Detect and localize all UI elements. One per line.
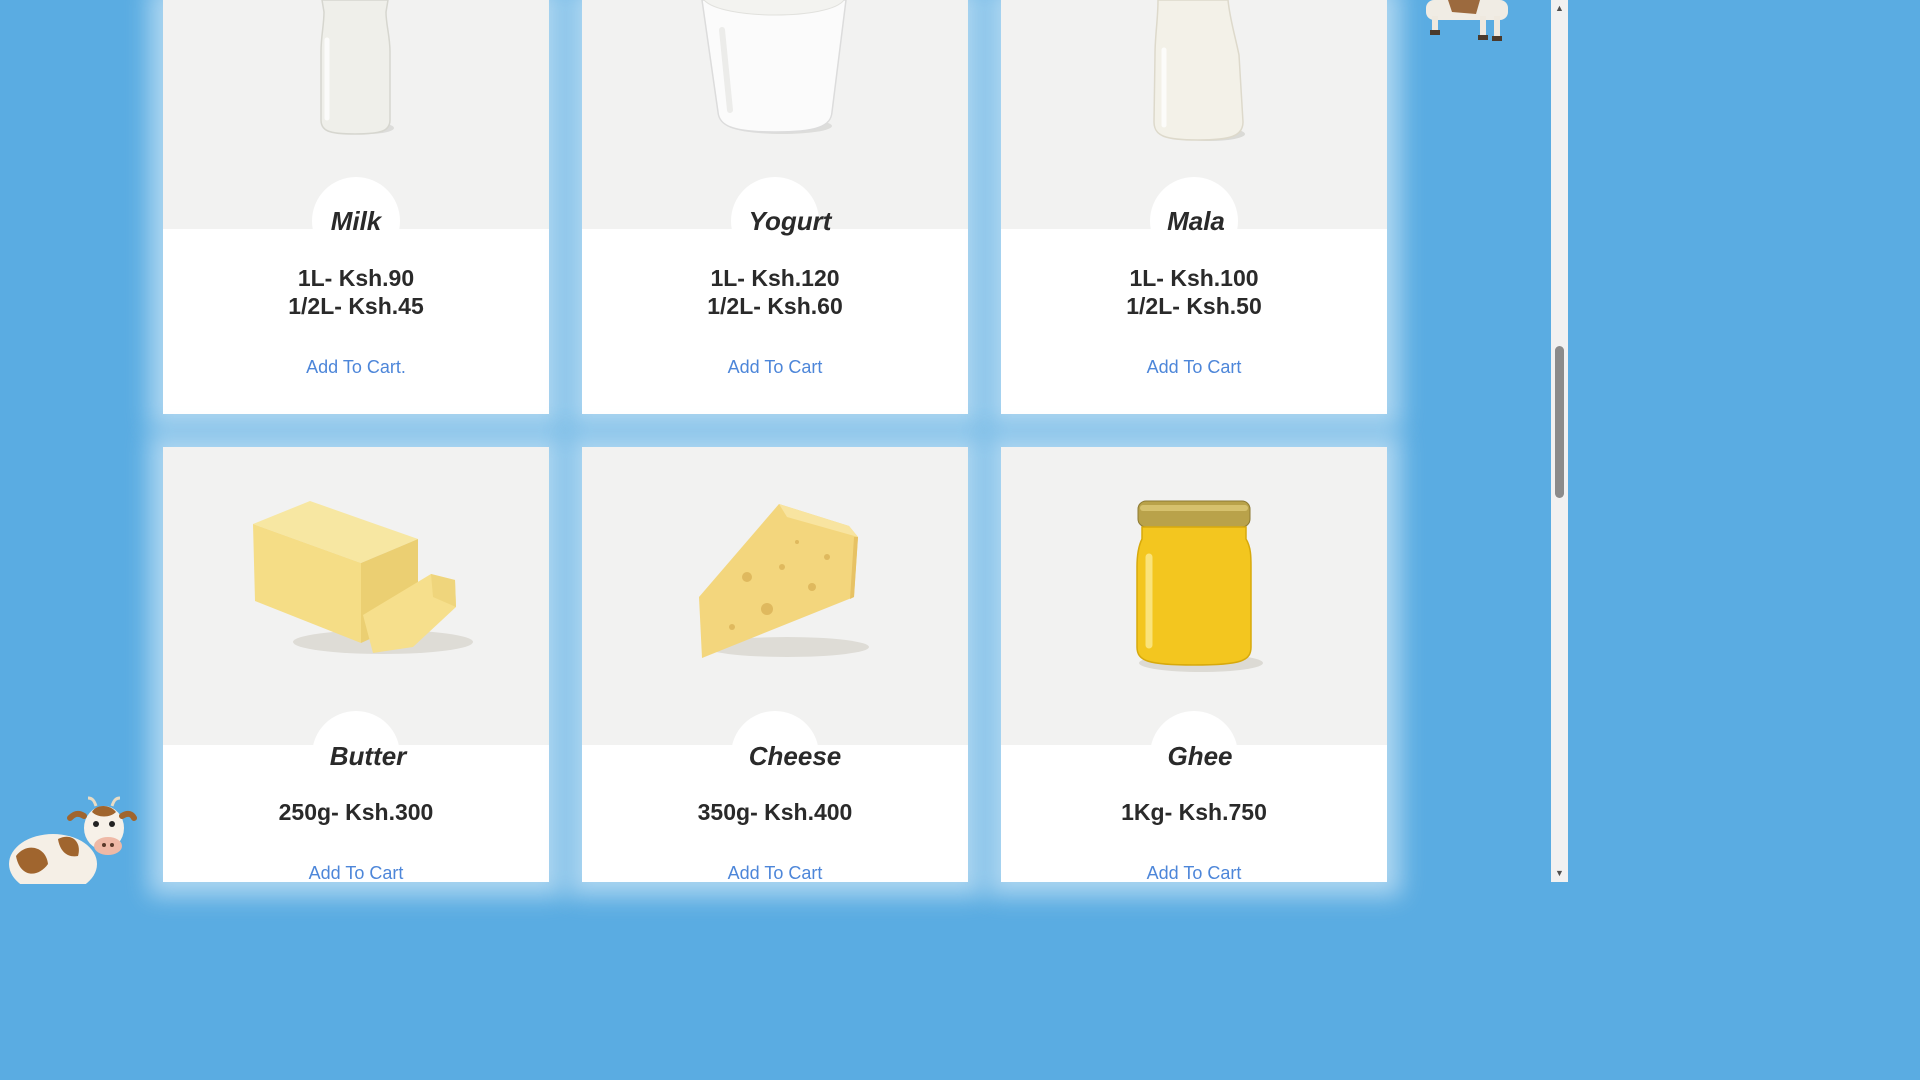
product-name: Milk [330,206,382,236]
product-card-milk: Milk 1L- Ksh.90 1/2L- Ksh.45 Add To Cart… [163,0,549,414]
add-to-cart-link[interactable]: Add To Cart [163,863,549,884]
product-name: Yogurt [748,206,832,236]
product-card-cheese: Cheese 350g- Ksh.400 Add To Cart [582,447,968,884]
product-name: Ghee [1167,741,1233,771]
product-name: Butter [329,741,407,771]
add-to-cart-link[interactable]: Add To Cart [582,863,968,884]
product-card-butter: Butter 250g- Ksh.300 Add To Cart [163,447,549,884]
product-image-area [1001,447,1387,745]
product-price: 350g- Ksh.400 [697,799,853,825]
product-card-ghee: Ghee 1Kg- Ksh.750 Add To Cart [1001,447,1387,884]
product-price-1l: 1L- Ksh.120 [710,265,840,291]
product-price-half-l: 1/2L- Ksh.45 [288,293,424,319]
page-scrollbar[interactable]: ▲ ▼ [1551,0,1568,882]
product-image-area [163,447,549,745]
scrollbar-thumb[interactable] [1555,346,1564,498]
add-to-cart-link[interactable]: Add To Cart [1001,863,1387,884]
product-card-mala: Mala 1L- Ksh.100 1/2L- Ksh.50 Add To Car… [1001,0,1387,414]
scroll-up-arrow-icon[interactable]: ▲ [1551,0,1568,17]
cow-mascot-top-icon [1426,0,1508,41]
product-name: Mala [1167,206,1225,236]
product-price-1l: 1L- Ksh.90 [297,265,415,291]
product-price: 1Kg- Ksh.750 [1121,799,1267,825]
product-price-half-l: 1/2L- Ksh.50 [1126,293,1262,319]
scroll-down-arrow-icon[interactable]: ▼ [1551,865,1568,882]
product-name: Cheese [748,741,842,771]
product-grid: Milk 1L- Ksh.90 1/2L- Ksh.45 Add To Cart… [140,0,1410,884]
product-price-1l: 1L- Ksh.100 [1129,265,1259,291]
product-card-yogurt: Yogurt 1L- Ksh.120 1/2L- Ksh.60 Add To C… [582,0,968,414]
add-to-cart-link[interactable]: Add To Cart [582,357,968,378]
ghee-jar-image [1136,500,1263,672]
butter-block-image [253,501,473,654]
product-price-half-l: 1/2L- Ksh.60 [707,293,843,319]
product-price: 250g- Ksh.300 [278,799,434,825]
product-image-area [582,447,968,745]
cheese-wedge-image [699,504,869,658]
add-to-cart-link[interactable]: Add To Cart [1001,357,1387,378]
add-to-cart-link[interactable]: Add To Cart. [163,357,549,378]
cow-mascot-bottom-icon [9,796,137,884]
